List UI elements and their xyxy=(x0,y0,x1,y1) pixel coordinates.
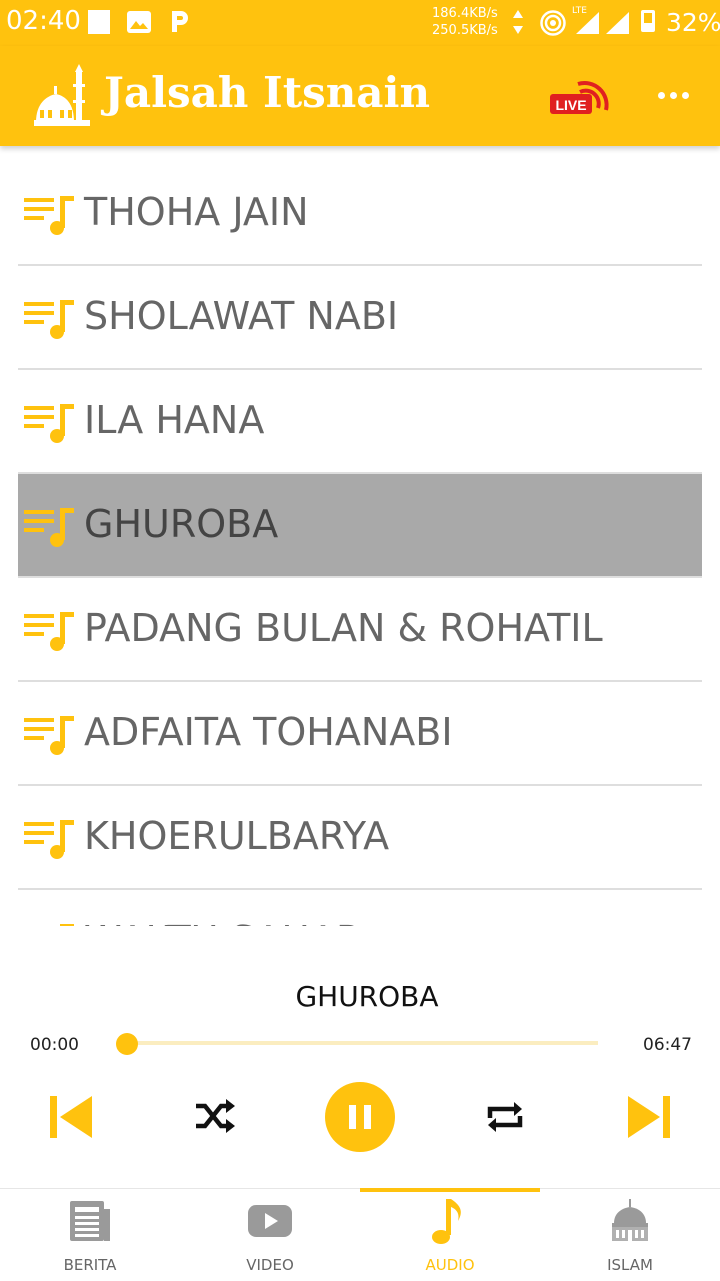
network-speed: 186.4KB/s 250.5KB/s xyxy=(432,5,498,39)
list-item[interactable]: GHUROBA xyxy=(18,474,702,578)
battery-icon xyxy=(641,10,655,32)
active-tab-indicator xyxy=(360,1188,540,1192)
playlist[interactable]: THOHA JAIN SHOLAWAT NABI ILA HANA GHUROBA PA… xyxy=(18,162,702,926)
list-item[interactable]: SHOLAWAT NABI xyxy=(18,266,702,370)
list-item-label: ADFAITA TOHANABI xyxy=(84,710,453,754)
notification-square-icon xyxy=(88,10,110,34)
list-item-label: PADANG BULAN & ROHATIL xyxy=(84,606,603,650)
data-arrows-icon xyxy=(513,10,523,34)
music-note-icon xyxy=(432,1199,461,1244)
list-item[interactable]: KHOERULBARYA xyxy=(18,786,702,890)
repeat-button[interactable] xyxy=(484,1097,526,1137)
pause-icon xyxy=(349,1105,356,1129)
queue-music-icon xyxy=(24,300,74,339)
list-item[interactable]: THOHA JAIN xyxy=(18,162,702,266)
status-bar: 02:40 186.4KB/s 250.5KB/s LTE 32% xyxy=(0,0,720,46)
video-play-icon xyxy=(248,1205,292,1237)
current-time: 00:00 xyxy=(30,1035,79,1055)
queue-music-icon xyxy=(24,612,74,651)
tab-label: BERITA xyxy=(63,1256,117,1274)
list-item[interactable]: PADANG BULAN & ROHATIL xyxy=(18,578,702,682)
list-item-label: THOHA JAIN xyxy=(84,190,309,234)
queue-music-icon xyxy=(24,820,74,859)
queue-music-icon xyxy=(24,716,74,755)
app-title: Jalsah Itsnain xyxy=(104,68,430,117)
tab-berita[interactable]: BERITA xyxy=(0,1189,180,1281)
queue-music-icon xyxy=(24,404,74,443)
pause-icon-bar xyxy=(364,1105,371,1129)
tab-video[interactable]: VIDEO xyxy=(180,1189,360,1281)
list-item-label: GHUROBA xyxy=(84,502,279,546)
bottom-navigation: BERITA VIDEO AUDIO ISLAM xyxy=(0,1188,720,1281)
download-speed: 250.5KB/s xyxy=(432,23,498,38)
tab-audio[interactable]: AUDIO xyxy=(360,1189,540,1281)
tab-label: AUDIO xyxy=(425,1256,475,1274)
hotspot-icon xyxy=(540,10,566,36)
mosque-icon xyxy=(612,1199,648,1241)
list-item-label: SHOLAWAT NABI xyxy=(84,294,399,338)
tab-label: VIDEO xyxy=(246,1256,294,1274)
list-item-label: ILA HANA xyxy=(84,398,265,442)
queue-music-icon xyxy=(60,924,74,926)
newspaper-icon xyxy=(70,1201,110,1241)
shuffle-button[interactable] xyxy=(194,1097,236,1135)
menu-dot-icon xyxy=(670,92,677,99)
overflow-menu-button[interactable] xyxy=(654,88,694,104)
duration: 06:47 xyxy=(643,1035,692,1055)
next-button[interactable] xyxy=(626,1094,672,1140)
mosque-logo-icon xyxy=(34,64,90,126)
image-notification-icon xyxy=(127,11,151,33)
signal-icon-2 xyxy=(606,12,629,34)
seek-bar[interactable] xyxy=(126,1041,598,1045)
menu-dot-icon xyxy=(658,92,665,99)
queue-music-icon xyxy=(24,196,74,235)
p-app-notification-icon xyxy=(172,11,188,32)
previous-button[interactable] xyxy=(48,1094,94,1140)
upload-speed: 186.4KB/s xyxy=(432,6,498,21)
list-item-label: WAKTU SAHAR xyxy=(84,918,362,926)
menu-dot-icon xyxy=(682,92,689,99)
pause-button[interactable] xyxy=(325,1082,395,1152)
status-time: 02:40 xyxy=(6,6,81,36)
list-item[interactable]: ADFAITA TOHANABI xyxy=(18,682,702,786)
list-item[interactable]: ILA HANA xyxy=(18,370,702,474)
queue-music-icon xyxy=(24,508,74,547)
tab-islam[interactable]: ISLAM xyxy=(540,1189,720,1281)
signal-icon xyxy=(576,12,599,34)
seek-thumb[interactable] xyxy=(116,1033,138,1055)
list-item[interactable]: WAKTU SAHAR xyxy=(18,890,702,926)
app-bar: Jalsah Itsnain LIVE xyxy=(0,46,720,146)
list-item-label: KHOERULBARYA xyxy=(84,814,390,858)
tab-label: ISLAM xyxy=(607,1256,653,1274)
battery-percent: 32% xyxy=(666,8,720,37)
live-stream-button[interactable]: LIVE xyxy=(548,74,612,118)
live-badge-label: LIVE xyxy=(555,97,586,113)
now-playing-title: GHUROBA xyxy=(295,980,439,1013)
